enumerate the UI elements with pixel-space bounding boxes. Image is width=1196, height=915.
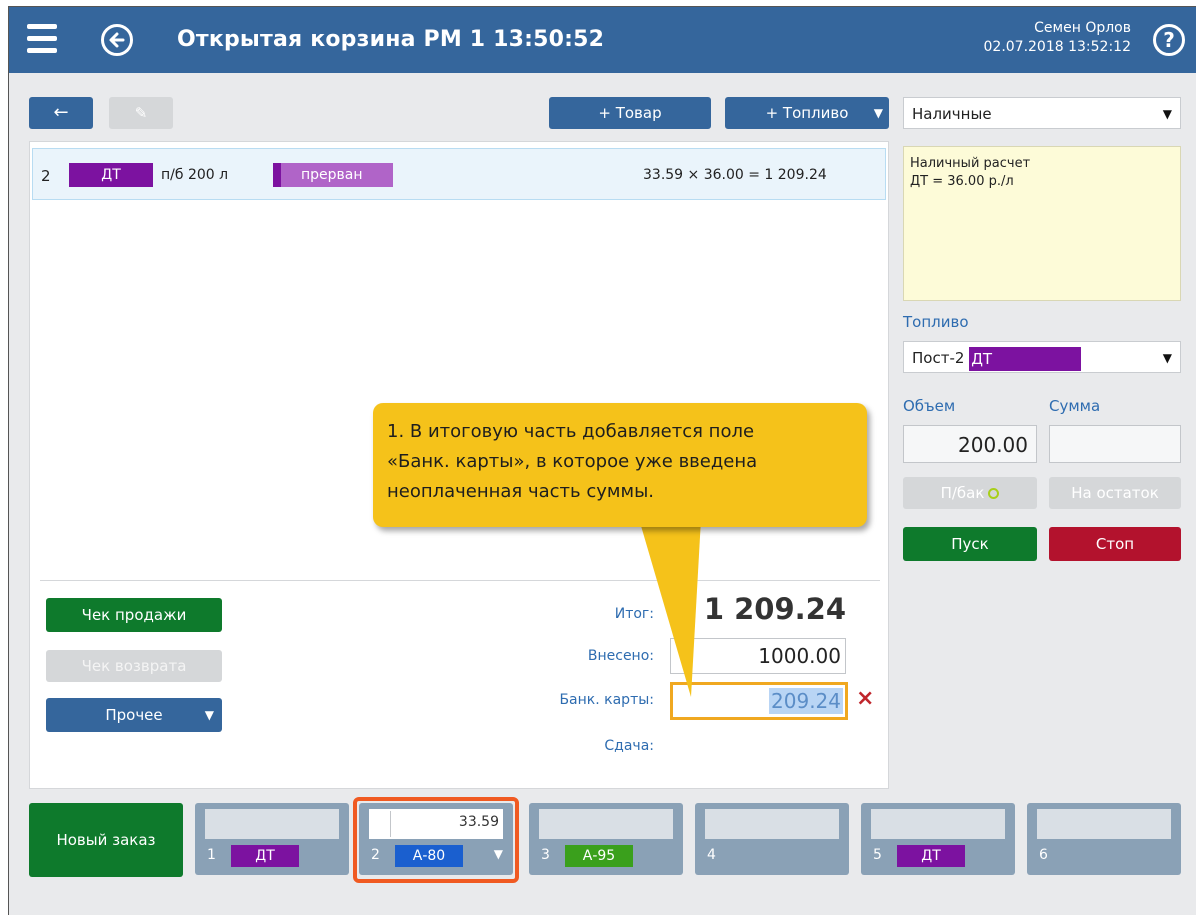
payment-info-line: Наличный расчет <box>910 156 1031 171</box>
status-led-icon <box>988 488 1000 499</box>
edit-pencil-icon[interactable]: ✎ <box>109 97 173 129</box>
fuel-type-chip: А-80 <box>395 845 463 867</box>
fuel-post-select[interactable]: Пост-2 ДТ ▼ <box>903 341 1181 373</box>
volume-label: Объем <box>903 397 956 415</box>
annotation-callout: 1. В итоговую часть добавляется поле «Ба… <box>373 403 867 527</box>
volume-text: п/б 200 л <box>161 167 229 183</box>
full-tank-button[interactable]: П/бак <box>903 477 1037 509</box>
volume-input[interactable]: 200.00 <box>903 425 1037 463</box>
post-display <box>205 809 339 839</box>
new-order-button[interactable]: Новый заказ <box>29 803 183 877</box>
other-label: Прочее <box>105 706 163 724</box>
remainder-button[interactable]: На остаток <box>1049 477 1181 509</box>
callout-text: 1. В итоговую часть добавляется поле «Ба… <box>387 421 758 502</box>
payment-info-line: ДТ = 36.00 р./л <box>910 174 1014 189</box>
chevron-down-icon: ▼ <box>1162 107 1172 121</box>
clear-icon[interactable]: × <box>856 686 874 711</box>
add-fuel-button[interactable]: + Топливо ▼ <box>725 97 889 129</box>
fuel-type-chip: ДТ <box>897 845 965 867</box>
current-datetime: 02.07.2018 13:52:12 <box>983 39 1132 55</box>
return-receipt-button[interactable]: Чек возврата <box>46 650 222 682</box>
bank-card-value: 209.24 <box>769 688 843 714</box>
post-tile-3[interactable]: 3 А-95 <box>529 803 683 875</box>
fuel-label: Топливо <box>903 313 969 331</box>
paid-input[interactable]: 1000.00 <box>670 638 846 674</box>
post-display <box>1037 809 1171 839</box>
page-title: Открытая корзина РМ 1 13:50:52 <box>177 27 605 52</box>
total-value: 1 209.24 <box>703 592 846 626</box>
help-icon[interactable]: ? <box>1153 24 1185 56</box>
post-number: 6 <box>1039 847 1048 863</box>
post-tile-4[interactable]: 4 <box>695 803 849 875</box>
payment-info-box: Наличный расчет ДТ = 36.00 р./л <box>903 146 1181 301</box>
back-button[interactable]: ← <box>29 97 93 129</box>
divider <box>40 580 880 581</box>
post-number: 3 <box>541 847 550 863</box>
paid-label: Внесено: <box>587 648 654 664</box>
post-display <box>871 809 1005 839</box>
add-product-button[interactable]: + Товар <box>549 97 711 129</box>
row-number: 2 <box>41 167 51 185</box>
post-number: 1 <box>207 847 216 863</box>
title-bar: Открытая корзина РМ 1 13:50:52 Семен Орл… <box>9 7 1196 73</box>
menu-icon[interactable] <box>23 22 63 58</box>
full-tank-label: П/бак <box>940 484 985 502</box>
fill-indicator <box>371 811 391 837</box>
app-window: Открытая корзина РМ 1 13:50:52 Семен Орл… <box>8 6 1196 915</box>
post-display <box>705 809 839 839</box>
chevron-down-icon: ▼ <box>873 106 883 120</box>
sum-label: Сумма <box>1049 397 1101 415</box>
post-amount: 33.59 <box>458 814 499 830</box>
post-number: 4 <box>707 847 716 863</box>
post-tile-6[interactable]: 6 <box>1027 803 1181 875</box>
stop-button[interactable]: Стоп <box>1049 527 1181 561</box>
post-label: Пост-2 <box>912 349 965 367</box>
post-tile-1[interactable]: 1 ДТ <box>195 803 349 875</box>
card-label: Банк. карты: <box>559 692 654 708</box>
post-tile-5[interactable]: 5 ДТ <box>861 803 1015 875</box>
payment-method-value: Наличные <box>912 105 992 123</box>
payment-method-select[interactable]: Наличные ▼ <box>903 97 1181 129</box>
row-calculation: 33.59 × 36.00 = 1 209.24 <box>643 167 827 183</box>
fuel-type-chip: ДТ <box>969 346 1082 371</box>
sum-input[interactable] <box>1049 425 1181 463</box>
post-display <box>539 809 673 839</box>
bank-card-input[interactable]: 209.24 <box>670 682 848 720</box>
status-badge: прерван <box>273 163 393 187</box>
post-tile-2[interactable]: 33.59 2 А-80 ▼ <box>359 803 513 875</box>
user-info: Семен Орлов 02.07.2018 13:52:12 <box>984 19 1132 57</box>
post-display: 33.59 <box>369 809 503 839</box>
back-arrow-icon[interactable] <box>101 24 133 56</box>
add-fuel-label: + Топливо <box>765 104 849 122</box>
fuel-type-chip: ДТ <box>69 163 153 187</box>
chevron-down-icon: ▼ <box>204 708 214 722</box>
total-label: Итог: <box>614 606 654 622</box>
change-label: Сдача: <box>604 738 654 754</box>
post-number: 2 <box>371 847 380 863</box>
other-button[interactable]: Прочее ▼ <box>46 698 222 732</box>
start-button[interactable]: Пуск <box>903 527 1037 561</box>
fuel-type-chip: ДТ <box>231 845 299 867</box>
user-name: Семен Орлов <box>1034 20 1131 36</box>
chevron-down-icon[interactable]: ▼ <box>494 847 503 861</box>
chevron-down-icon: ▼ <box>1162 351 1172 365</box>
order-row[interactable]: 2 ДТ п/б 200 л прерван 33.59 × 36.00 = 1… <box>32 148 886 200</box>
fuel-type-chip: А-95 <box>565 845 633 867</box>
post-number: 5 <box>873 847 882 863</box>
sale-receipt-button[interactable]: Чек продажи <box>46 598 222 632</box>
